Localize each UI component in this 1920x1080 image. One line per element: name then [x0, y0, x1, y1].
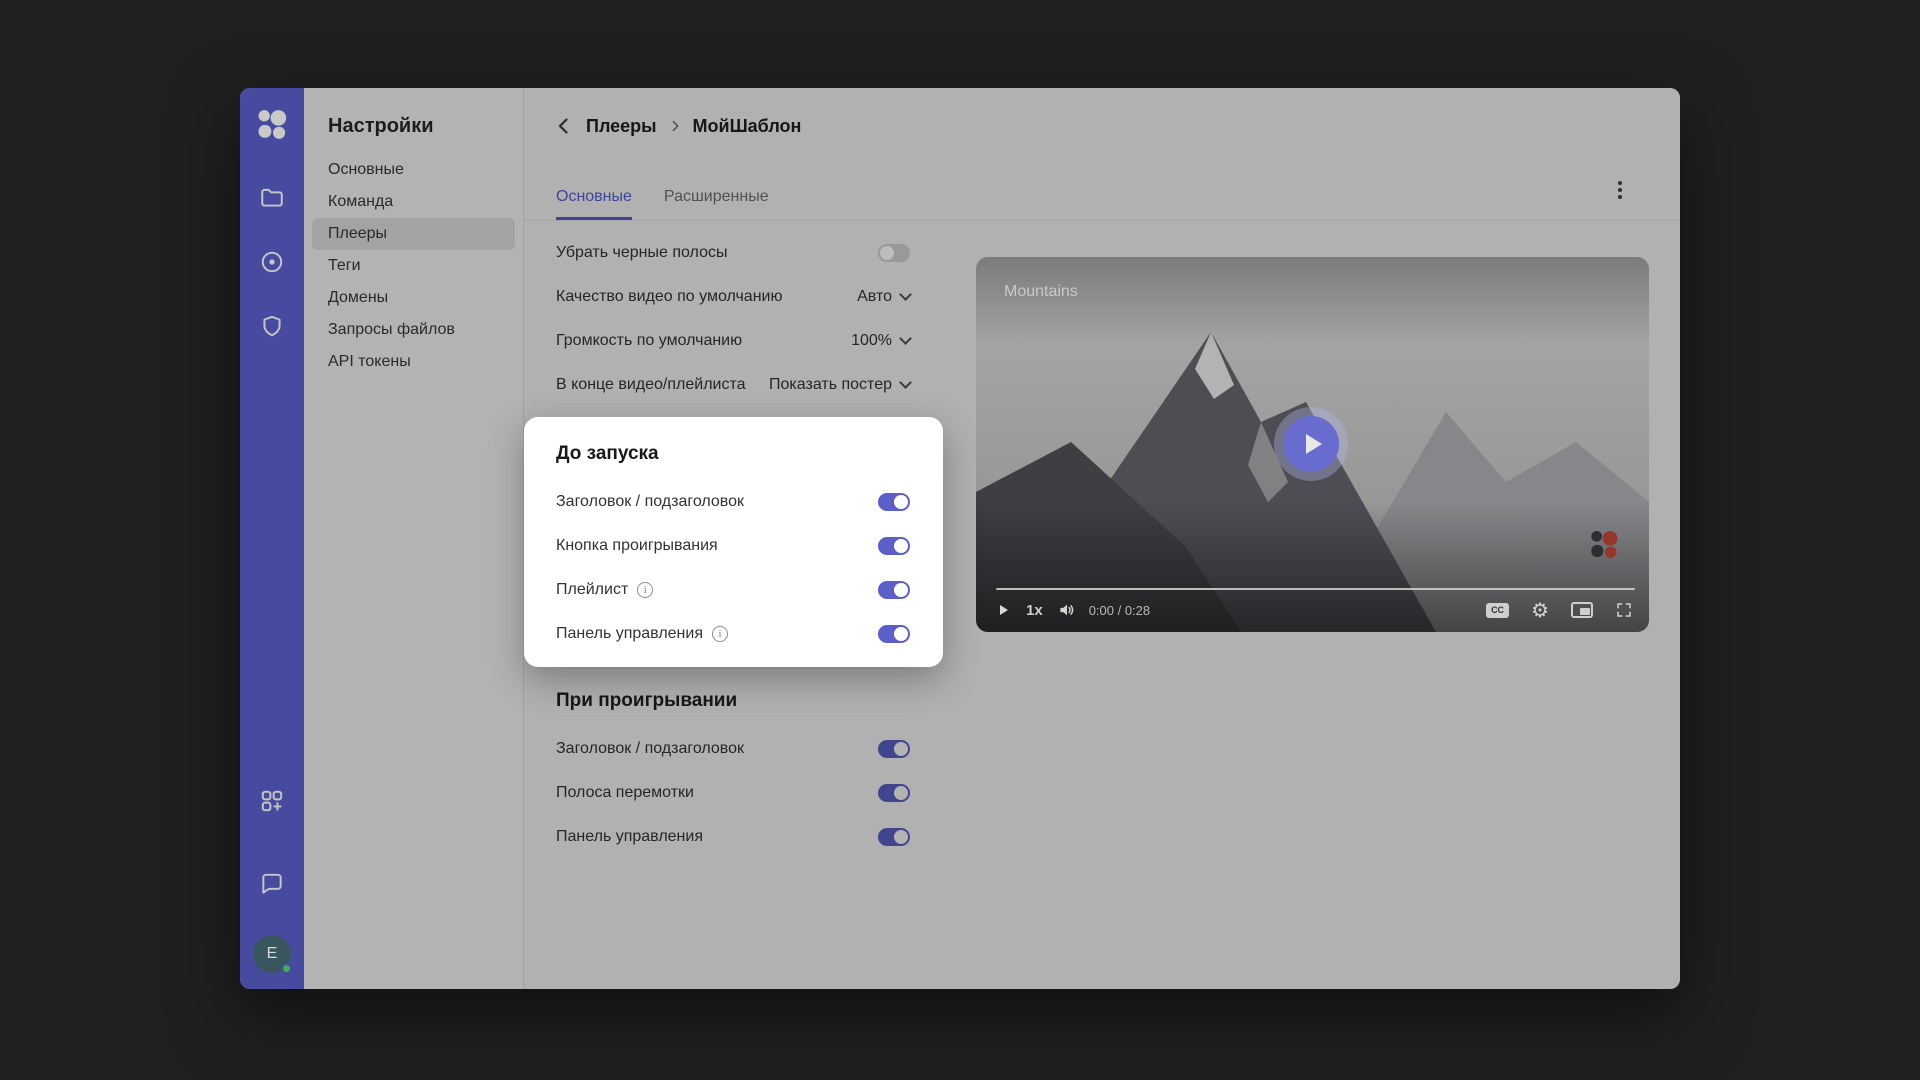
row-play-button: Кнопка проигрывания — [524, 524, 943, 568]
toggle-control-panel-playback[interactable] — [878, 828, 910, 846]
row-control-panel-playback: Панель управления — [524, 815, 943, 859]
sidebar-item-tags[interactable]: Теги — [312, 250, 515, 282]
section-title: До запуска — [524, 437, 943, 471]
row-title-subtitle: Заголовок / подзаголовок — [524, 480, 943, 524]
toggle-title-subtitle[interactable] — [878, 493, 910, 511]
play-icon — [1306, 434, 1322, 454]
sidebar-item-players[interactable]: Плееры — [312, 218, 515, 250]
row-seek-bar: Полоса перемотки — [524, 771, 943, 815]
info-icon[interactable]: i — [637, 582, 653, 598]
online-status-dot — [281, 963, 292, 974]
toggle-control-panel[interactable] — [878, 625, 910, 643]
nav-rail: E — [240, 88, 304, 989]
setting-label: Заголовок / подзаголовок — [556, 740, 744, 758]
player-controls: 1x 0:00 / 0:28 CC ⚙ — [996, 595, 1633, 625]
general-settings: Убрать черные полосы Качество видео по у… — [524, 231, 943, 407]
volume-button[interactable] — [1057, 600, 1077, 620]
setting-label: Качество видео по умолчанию — [556, 288, 782, 306]
apps-grid-icon[interactable] — [259, 788, 285, 814]
folder-icon[interactable] — [259, 185, 285, 211]
seek-bar[interactable] — [996, 588, 1635, 590]
big-play-button[interactable] — [1283, 416, 1339, 472]
chevron-right-icon — [667, 118, 683, 134]
row-title-subtitle-playback: Заголовок / подзаголовок — [524, 727, 943, 771]
toggle-seek-bar[interactable] — [878, 784, 910, 802]
breadcrumb: Плееры МойШаблон — [552, 114, 801, 138]
select-value: 100% — [851, 332, 892, 350]
live-icon[interactable] — [259, 249, 285, 275]
user-avatar[interactable]: E — [253, 935, 291, 973]
desktop-background: E Настройки Основные Команда Плееры Теги… — [0, 0, 1920, 1080]
watermark-logo — [1587, 529, 1621, 561]
setting-label: Кнопка проигрывания — [556, 537, 718, 555]
setting-label: Убрать черные полосы — [556, 244, 727, 262]
row-default-volume: Громкость по умолчанию 100% — [524, 319, 943, 363]
breadcrumb-players[interactable]: Плееры — [586, 116, 657, 137]
row-remove-black-bars: Убрать черные полосы — [524, 231, 943, 275]
setting-label: Плейлист — [556, 581, 628, 599]
player-preview: Mountains 1x — [976, 257, 1649, 632]
time-display: 0:00 / 0:28 — [1089, 603, 1150, 618]
select-value: Авто — [857, 288, 892, 306]
sidebar-item-team[interactable]: Команда — [312, 186, 515, 218]
shield-icon[interactable] — [259, 313, 285, 339]
select-value: Показать постер — [769, 376, 892, 394]
setting-label: Полоса перемотки — [556, 784, 694, 802]
toggle-remove-black-bars[interactable] — [878, 244, 910, 262]
pip-button[interactable] — [1571, 602, 1593, 618]
quality-select[interactable]: Авто — [857, 288, 910, 306]
row-end-of-video: В конце видео/плейлиста Показать постер — [524, 363, 943, 407]
sidebar-item-domains[interactable]: Домены — [312, 282, 515, 314]
video-title: Mountains — [1004, 283, 1078, 301]
toggle-play-button[interactable] — [878, 537, 910, 555]
tab-advanced[interactable]: Расширенные — [664, 172, 769, 220]
chevron-down-icon — [899, 288, 912, 301]
setting-label: Панель управления — [556, 828, 703, 846]
fullscreen-button[interactable] — [1615, 601, 1633, 619]
tab-bar: Основные Расширенные — [556, 172, 769, 220]
chevron-down-icon — [899, 376, 912, 389]
toggle-playlist[interactable] — [878, 581, 910, 599]
toggle-title-subtitle-playback[interactable] — [878, 740, 910, 758]
settings-sidebar: Настройки Основные Команда Плееры Теги Д… — [304, 88, 524, 989]
breadcrumb-template: МойШаблон — [693, 116, 802, 137]
row-default-quality: Качество видео по умолчанию Авто — [524, 275, 943, 319]
volume-select[interactable]: 100% — [851, 332, 910, 350]
sidebar-item-api-tokens[interactable]: API токены — [312, 346, 515, 378]
kebab-menu-button[interactable] — [1604, 174, 1636, 206]
during-playback-section: При проигрывании Заголовок / подзаголово… — [524, 684, 943, 859]
settings-title: Настройки — [304, 114, 523, 138]
info-icon[interactable]: i — [712, 626, 728, 642]
player-settings-button[interactable]: ⚙ — [1531, 600, 1549, 620]
setting-label: Громкость по умолчанию — [556, 332, 742, 350]
setting-label: Панель управления — [556, 625, 703, 643]
back-button[interactable] — [552, 114, 576, 138]
row-control-panel: Панель управления i — [524, 612, 943, 656]
tab-basic[interactable]: Основные — [556, 172, 632, 220]
player-right-controls: CC ⚙ — [1486, 600, 1633, 620]
end-of-video-select[interactable]: Показать постер — [769, 376, 910, 394]
chevron-down-icon — [899, 332, 912, 345]
sidebar-item-general[interactable]: Основные — [312, 154, 515, 186]
chat-icon[interactable] — [259, 871, 285, 897]
avatar-initial: E — [267, 945, 278, 963]
row-playlist: Плейлист i — [524, 568, 943, 612]
sidebar-item-file-requests[interactable]: Запросы файлов — [312, 314, 515, 346]
app-window: E Настройки Основные Команда Плееры Теги… — [240, 88, 1680, 989]
app-logo[interactable] — [255, 108, 289, 142]
speed-button[interactable]: 1x — [1026, 602, 1043, 619]
before-start-card: До запуска Заголовок / подзаголовок Кноп… — [524, 417, 943, 667]
play-button[interactable] — [996, 602, 1012, 618]
setting-label: Заголовок / подзаголовок — [556, 493, 744, 511]
setting-label: В конце видео/плейлиста — [556, 376, 746, 394]
tabs-divider — [524, 220, 1680, 221]
section-title: При проигрывании — [524, 684, 943, 718]
captions-button[interactable]: CC — [1486, 603, 1509, 618]
settings-nav-list: Основные Команда Плееры Теги Домены Запр… — [304, 154, 523, 378]
